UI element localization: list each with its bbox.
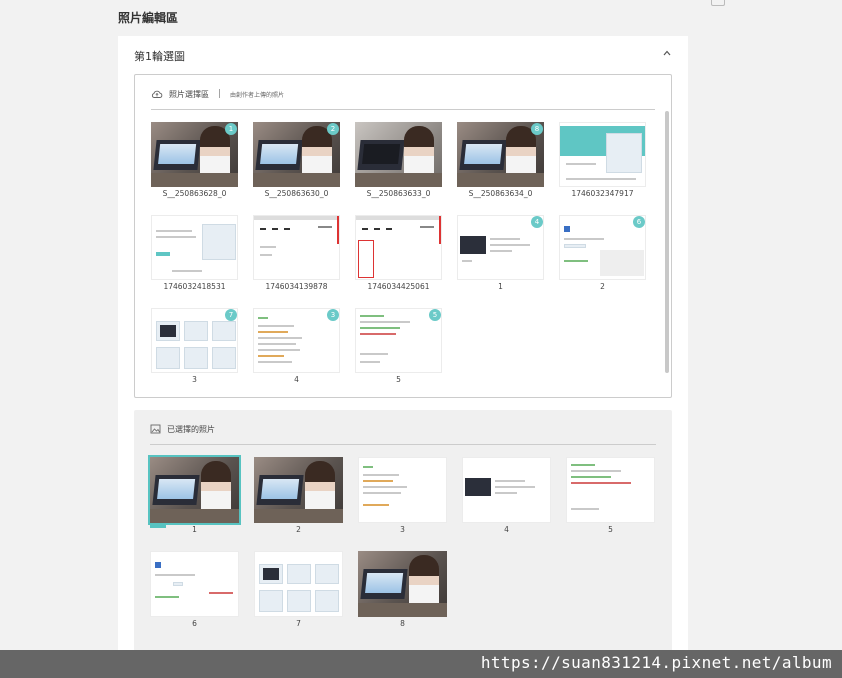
photo-tile[interactable]: 1746034139878 [253, 215, 340, 294]
image-icon [150, 424, 161, 434]
order-badge: 2 [327, 123, 339, 135]
selected-photo-number: 5 [608, 525, 613, 534]
selected-photo-number: 6 [192, 619, 197, 628]
photo-thumbnail[interactable] [355, 215, 442, 280]
selected-photo-tile[interactable]: 4 [462, 457, 551, 534]
divider [150, 444, 656, 445]
photo-filename: 2 [600, 282, 605, 291]
photo-filename: 1 [498, 282, 503, 291]
header-separator: | [218, 89, 222, 99]
photo-filename: 1746034139878 [265, 282, 328, 291]
order-badge: 3 [327, 309, 339, 321]
selected-photo-tile[interactable]: 3 [358, 457, 447, 534]
watermark-url: https://suan831214.pixnet.net/album [480, 653, 832, 672]
selected-photos-header: 已選擇的照片 [150, 422, 215, 436]
selected-photo-grid: 1 2 3 4 5 6 7 8 [148, 455, 655, 628]
selected-photo-number: 4 [504, 525, 509, 534]
photo-tile[interactable]: 7 3 [151, 308, 238, 387]
photo-selection-header: 照片選擇區 | 由創作者上傳的照片 [151, 87, 284, 101]
divider [151, 109, 655, 110]
photo-thumbnail[interactable] [355, 122, 442, 187]
photo-tile[interactable]: 1746034425061 [355, 215, 442, 294]
selected-photo-number: 2 [296, 525, 301, 534]
selected-photo-number: 8 [400, 619, 405, 628]
order-badge: 7 [225, 309, 237, 321]
photo-selection-panel: 照片選擇區 | 由創作者上傳的照片 1 S__250863628_0 2 S__… [134, 74, 672, 398]
selected-photo-tile[interactable]: 5 [566, 457, 655, 534]
round-title: 第1輪選圖 [134, 50, 185, 63]
photo-tile[interactable]: 1746032347917 [559, 122, 646, 201]
selected-photo-number: 7 [296, 619, 301, 628]
photo-thumbnail[interactable] [151, 215, 238, 280]
order-badge: 4 [531, 216, 543, 228]
photo-filename: 4 [294, 375, 299, 384]
photo-thumbnail[interactable] [253, 215, 340, 280]
photo-thumbnail[interactable] [566, 457, 655, 523]
photo-filename: 1746032347917 [571, 189, 634, 198]
photo-thumbnail[interactable] [254, 457, 343, 523]
selected-photos-panel: 已選擇的照片 1 2 3 4 5 6 7 8 [134, 410, 672, 660]
photo-tile[interactable]: 3 4 [253, 308, 340, 387]
photo-thumbnail[interactable] [358, 457, 447, 523]
selected-photo-tile[interactable]: 1 [148, 455, 241, 534]
round-card: 第1輪選圖 照片選擇區 | 由創作者上傳的照片 1 S__250863628_0… [118, 36, 688, 678]
selected-photo-tile[interactable]: 8 [358, 551, 447, 628]
photo-tile[interactable]: 8 S__250863634_0 [457, 122, 544, 201]
photo-grid: 1 S__250863628_0 2 S__250863630_0 S__250… [151, 122, 646, 387]
photo-tile[interactable]: 4 1 [457, 215, 544, 294]
photo-filename: 1746032418531 [163, 282, 226, 291]
selected-photos-label: 已選擇的照片 [167, 424, 215, 434]
order-badge: 1 [225, 123, 237, 135]
photo-filename: S__250863634_0 [468, 189, 533, 198]
selected-photo-tile[interactable]: 6 [150, 551, 239, 628]
watermark-band: https://suan831214.pixnet.net/album [0, 650, 842, 678]
photo-thumbnail[interactable] [358, 551, 447, 617]
page-title: 照片編輯區 [118, 11, 179, 25]
comment-icon[interactable] [711, 0, 725, 6]
photo-thumbnail[interactable] [254, 551, 343, 617]
scrollbar[interactable] [665, 111, 669, 373]
order-badge: 6 [633, 216, 645, 228]
photo-filename: S__250863633_0 [366, 189, 431, 198]
chevron-up-icon[interactable] [662, 48, 672, 58]
photo-thumbnail[interactable] [559, 122, 646, 187]
photo-tile[interactable]: 2 S__250863630_0 [253, 122, 340, 201]
photo-filename: 1746034425061 [367, 282, 430, 291]
selected-photo-tile[interactable]: 7 [254, 551, 343, 628]
photo-thumbnail[interactable] [148, 455, 241, 525]
selected-photo-tile[interactable]: 2 [254, 457, 343, 534]
selected-photo-number: 3 [400, 525, 405, 534]
photo-selection-label: 照片選擇區 [169, 89, 209, 99]
photo-thumbnail[interactable] [462, 457, 551, 523]
order-badge: 8 [531, 123, 543, 135]
cloud-upload-icon [152, 90, 163, 98]
photo-tile[interactable]: 1746032418531 [151, 215, 238, 294]
photo-tile[interactable]: 5 5 [355, 308, 442, 387]
selected-photo-number: 1 [192, 525, 197, 534]
photo-tile[interactable]: 6 2 [559, 215, 646, 294]
photo-selection-subtitle: 由創作者上傳的照片 [230, 91, 285, 99]
photo-filename: 5 [396, 375, 401, 384]
order-badge: 5 [429, 309, 441, 321]
photo-filename: S__250863630_0 [264, 189, 329, 198]
photo-filename: 3 [192, 375, 197, 384]
photo-thumbnail[interactable] [150, 551, 239, 617]
photo-filename: S__250863628_0 [162, 189, 227, 198]
photo-tile[interactable]: 1 S__250863628_0 [151, 122, 238, 201]
photo-tile[interactable]: S__250863633_0 [355, 122, 442, 201]
